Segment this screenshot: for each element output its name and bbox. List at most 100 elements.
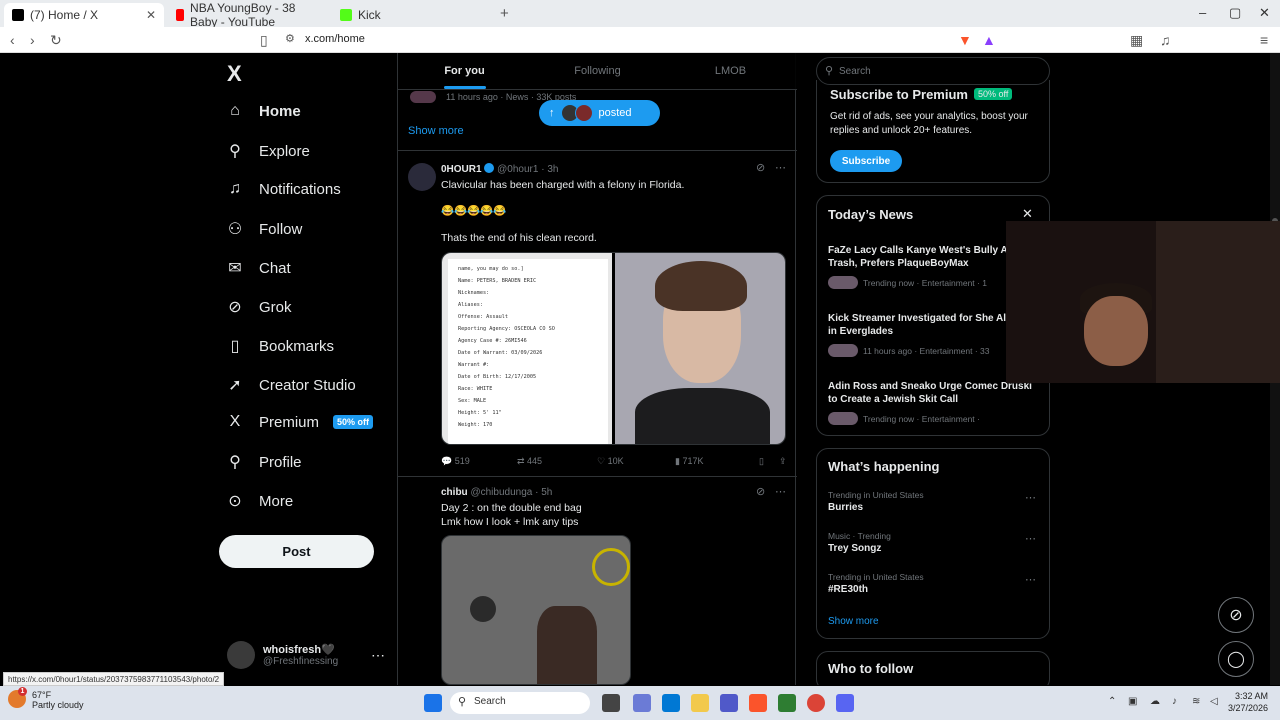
extensions-icon[interactable]: ▦: [1130, 32, 1143, 49]
grok-fab-icon[interactable]: ⊘: [1218, 597, 1254, 633]
sidebar-item-notifications[interactable]: ♫ Notifications: [225, 180, 341, 198]
account-switcher[interactable]: whoisfresh🖤 @Freshfinessing: [227, 641, 338, 669]
tweet-video[interactable]: [441, 535, 631, 685]
minimize-icon[interactable]: –: [1199, 5, 1206, 20]
tweet-more-icon[interactable]: ⋯: [775, 161, 786, 174]
grok-explain-icon[interactable]: ⊘: [756, 485, 765, 498]
trend-avatars: [410, 91, 436, 103]
bookmark-page-icon[interactable]: ▯: [260, 32, 268, 49]
warrant-document-image[interactable]: name, you may do so.] Name: PETERS, BRAD…: [442, 253, 612, 444]
tweet-text-line: Day 2 : on the double end bag: [441, 502, 582, 514]
forward-icon[interactable]: ›: [30, 32, 35, 48]
brave-icon[interactable]: [749, 694, 767, 712]
brave-shield-icon[interactable]: ▼: [958, 32, 972, 48]
task-view-icon[interactable]: [602, 694, 620, 712]
premium-title: Subscribe to Premium 50% off: [830, 87, 1013, 102]
taskbar-search[interactable]: ⚲ Search: [450, 692, 590, 714]
news-headline[interactable]: Adin Ross and Sneako Urge Comec Druski t…: [828, 380, 1038, 406]
tab-close-icon[interactable]: ✕: [146, 8, 156, 22]
trend-more-icon[interactable]: ⋯: [1025, 532, 1036, 545]
tray-chevron-icon[interactable]: ⌃: [1108, 696, 1116, 707]
show-more-link[interactable]: Show more: [828, 616, 879, 627]
tweet-actions: 💬 519 ⇄ 445 ♡ 10K ▮ 717K ▯ ⇪: [441, 456, 787, 467]
weather-widget[interactable]: 1 67°F Partly cloudy: [8, 687, 84, 710]
like-button[interactable]: ♡ 10K: [597, 456, 675, 467]
bell-icon: ♫: [229, 180, 241, 197]
window-close-icon[interactable]: ✕: [1259, 5, 1270, 21]
x-logo-icon[interactable]: X: [227, 61, 242, 87]
bookmark-icon[interactable]: ▯: [759, 456, 779, 467]
x-icon: X: [229, 413, 241, 430]
sidebar-item-chat[interactable]: ✉ Chat: [225, 258, 290, 278]
tweet-media[interactable]: name, you may do so.] Name: PETERS, BRAD…: [441, 252, 786, 445]
file-explorer-icon[interactable]: [691, 694, 709, 712]
media-icon[interactable]: ♫: [1160, 32, 1171, 48]
premium-discount-badge: 50% off: [333, 415, 374, 429]
account-more-icon[interactable]: ⋯: [371, 647, 385, 664]
address-bar[interactable]: x.com/home: [305, 33, 365, 45]
sidebar-item-more[interactable]: ⊙ More: [225, 491, 293, 511]
happening-title: What’s happening: [828, 459, 940, 474]
tweet-author[interactable]: 0HOUR1: [441, 164, 482, 175]
mic-icon[interactable]: ♪: [1172, 696, 1177, 707]
tab-following[interactable]: Following: [531, 53, 664, 89]
share-icon[interactable]: ⇪: [779, 456, 787, 467]
back-icon[interactable]: ‹: [10, 32, 15, 48]
sidebar-item-premium[interactable]: X Premium 50% off: [225, 413, 374, 431]
who-to-follow-title: Who to follow: [828, 661, 914, 676]
mail-icon: ✉: [228, 260, 242, 277]
browser-tab-youtube[interactable]: NBA YoungBoy - 38 Baby - YouTube: [168, 1, 328, 29]
new-tab-icon[interactable]: +: [500, 5, 509, 22]
repost-button[interactable]: ⇄ 445: [517, 456, 597, 467]
show-more-link[interactable]: Show more: [408, 125, 464, 137]
tweet-handle[interactable]: @chibudunga · 5h: [470, 487, 552, 498]
reload-icon[interactable]: ↻: [50, 32, 62, 49]
store-icon[interactable]: [662, 694, 680, 712]
cloud-icon[interactable]: ☁: [1150, 696, 1160, 707]
browser-tab-x-home[interactable]: (7) Home / X ✕: [4, 3, 164, 27]
sidebar-item-follow[interactable]: ⚇ Follow: [225, 219, 303, 239]
tab-for-you[interactable]: For you: [398, 53, 531, 89]
trend-more-icon[interactable]: ⋯: [1025, 573, 1036, 586]
system-clock[interactable]: 3:32 AM 3/27/2026: [1228, 690, 1268, 714]
app-icon[interactable]: [778, 694, 796, 712]
restore-icon[interactable]: ▢: [1229, 5, 1241, 21]
brave-rewards-icon[interactable]: ▲: [982, 32, 996, 48]
browser-tab-kick[interactable]: Kick: [332, 3, 492, 27]
avatar[interactable]: [408, 163, 436, 191]
chrome-icon[interactable]: [807, 694, 825, 712]
teams-icon[interactable]: [720, 694, 738, 712]
sidebar-item-home[interactable]: ⌂ Home: [225, 102, 301, 120]
tab-lmob[interactable]: LMOB: [664, 53, 797, 89]
grok-explain-icon[interactable]: ⊘: [756, 161, 765, 174]
trend-name[interactable]: Trey Songz: [828, 543, 881, 554]
browser-menu-icon[interactable]: ≡: [1260, 32, 1268, 48]
tweet-more-icon[interactable]: ⋯: [775, 485, 786, 498]
post-button[interactable]: Post: [219, 535, 374, 568]
subscribe-button[interactable]: Subscribe: [830, 150, 902, 172]
sidebar-item-explore[interactable]: ⚲ Explore: [225, 141, 310, 161]
trend-category: Trending in United States: [828, 490, 924, 500]
close-icon[interactable]: ✕: [1022, 206, 1033, 222]
copilot-icon[interactable]: [633, 694, 651, 712]
chat-fab-icon[interactable]: ◯: [1218, 641, 1254, 677]
volume-icon[interactable]: ◁: [1210, 696, 1218, 707]
trend-name[interactable]: #RE30th: [828, 584, 868, 595]
trend-name[interactable]: Burries: [828, 502, 863, 513]
wifi-icon[interactable]: ≋: [1192, 696, 1200, 707]
sidebar-item-grok[interactable]: ⊘ Grok: [225, 297, 291, 317]
sidebar-item-creator-studio[interactable]: ➚ Creator Studio: [225, 375, 355, 395]
sidebar-item-profile[interactable]: ⚲ Profile: [225, 452, 301, 472]
site-info-icon[interactable]: ⚙: [285, 32, 295, 45]
reply-button[interactable]: 💬 519: [441, 456, 517, 467]
tweet-author[interactable]: chibu: [441, 487, 468, 498]
trend-more-icon[interactable]: ⋯: [1025, 491, 1036, 504]
windows-start-icon[interactable]: [424, 694, 442, 712]
discord-icon[interactable]: [836, 694, 854, 712]
views-button[interactable]: ▮ 717K: [675, 456, 759, 467]
new-posts-pill[interactable]: ↑ posted: [539, 100, 660, 126]
tweet-handle[interactable]: @0hour1 · 3h: [497, 164, 558, 175]
sidebar-item-bookmarks[interactable]: ▯ Bookmarks: [225, 336, 334, 356]
mugshot-image[interactable]: [615, 253, 785, 444]
tray-app-icon[interactable]: ▣: [1128, 696, 1137, 707]
